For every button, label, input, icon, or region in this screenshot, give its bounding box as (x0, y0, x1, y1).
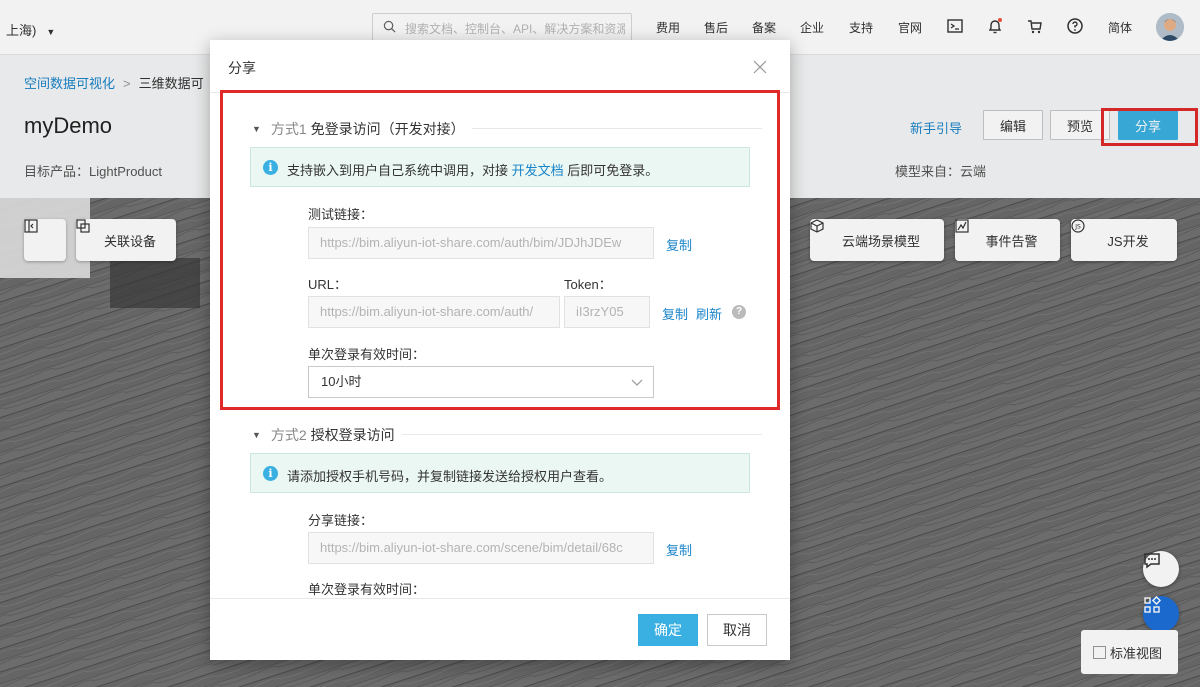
section-divider (402, 434, 762, 435)
dialog-footer: 确定 取消 (210, 598, 790, 660)
validity-select[interactable]: 10小时 (308, 366, 654, 398)
dev-docs-link[interactable]: 开发文档 (512, 163, 564, 178)
chevron-down-icon (631, 379, 643, 386)
method1-title: 免登录访问（开发对接） (310, 121, 465, 137)
triangle-down-icon: ▼ (252, 124, 261, 134)
copy-url-button[interactable]: 复制 (662, 304, 688, 323)
url-field[interactable]: https://bim.aliyun-iot-share.com/auth/ (308, 296, 560, 328)
method2-alert-text: 请添加授权手机号码，并复制链接发送给授权用户查看。 (287, 469, 613, 484)
method1-alert-text: 支持嵌入到用户自己系统中调用，对接 (287, 163, 509, 178)
share-link-field[interactable]: https://bim.aliyun-iot-share.com/scene/b… (308, 532, 654, 564)
copy-test-link-button[interactable]: 复制 (666, 235, 692, 254)
method2-info-alert: i 请添加授权手机号码，并复制链接发送给授权用户查看。 (250, 453, 750, 493)
validity-label: 单次登录有效时间： (308, 347, 426, 362)
method1-info-alert: i 支持嵌入到用户自己系统中调用，对接 开发文档 后即可免登录。 (250, 147, 750, 187)
test-link-field[interactable]: https://bim.aliyun-iot-share.com/auth/bi… (308, 227, 654, 259)
copy-share-link-button[interactable]: 复制 (666, 540, 692, 559)
method2-section-title[interactable]: ▼ 方式2 授权登录访问 (252, 425, 395, 445)
info-icon: i (263, 160, 278, 175)
confirm-button[interactable]: 确定 (638, 614, 698, 646)
refresh-token-button[interactable]: 刷新 (696, 304, 722, 323)
cancel-button[interactable]: 取消 (707, 614, 767, 646)
question-circle-icon[interactable]: ? (732, 305, 746, 319)
token-label: Token： (564, 277, 612, 292)
method1-section-title[interactable]: ▼ 方式1 免登录访问（开发对接） (252, 119, 465, 139)
method2-title: 授权登录访问 (310, 427, 395, 443)
method1-alert-text-end: 后即可免登录。 (567, 163, 659, 178)
method2-prefix: 方式2 (270, 427, 307, 443)
share-dialog: 分享 ▼ 方式1 免登录访问（开发对接） i 支持嵌入到用户自己系统中调用，对接 … (210, 40, 790, 660)
validity-label-2: 单次登录有效时间： (308, 582, 426, 597)
token-field[interactable]: iI3rzY05 (564, 296, 650, 328)
share-link-label: 分享链接： (308, 513, 374, 528)
url-label: URL： (308, 277, 348, 292)
test-link-label: 测试链接： (308, 207, 374, 222)
triangle-down-icon: ▼ (252, 430, 261, 440)
dialog-title: 分享 (228, 60, 256, 76)
close-icon[interactable] (753, 60, 767, 74)
validity-selected-value: 10小时 (321, 374, 362, 389)
info-icon: i (263, 466, 278, 481)
dialog-header: 分享 (210, 40, 790, 93)
method1-prefix: 方式1 (270, 121, 307, 137)
section-divider (472, 128, 762, 129)
